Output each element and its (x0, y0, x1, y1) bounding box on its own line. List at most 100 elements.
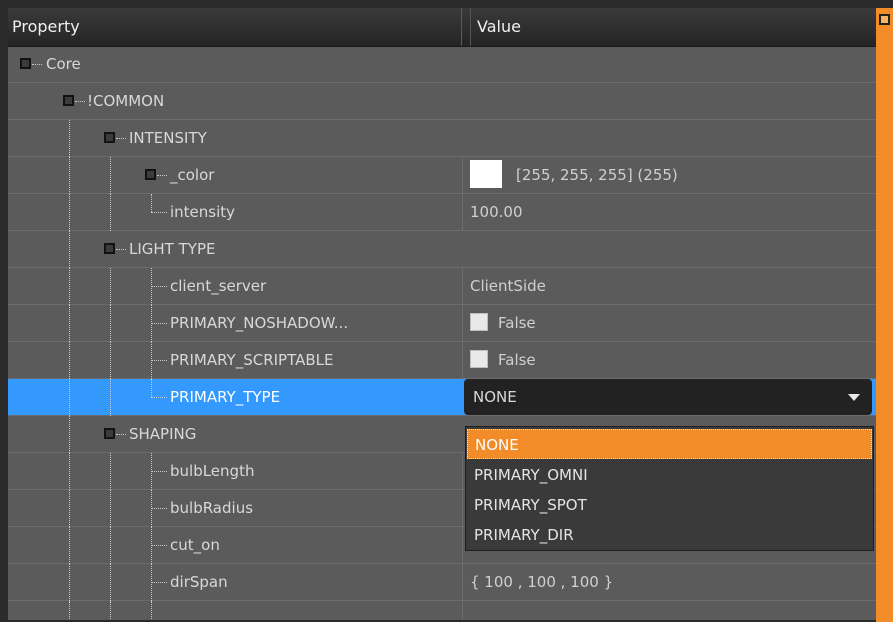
tree-connector (69, 416, 70, 453)
tree-connector (110, 342, 111, 379)
property-column-header[interactable]: Property (12, 8, 458, 46)
tree-connector (69, 564, 70, 601)
collapse-box-icon[interactable] (145, 169, 156, 180)
chevron-down-icon[interactable] (848, 394, 860, 401)
select-value: NONE (473, 388, 517, 406)
row-label: SHAPING (129, 425, 197, 443)
tree-connector (151, 545, 167, 546)
tree-connector (116, 434, 126, 435)
tree-row-intensity-group[interactable]: INTENSITY (8, 120, 876, 157)
primary-type-select[interactable]: NONE (464, 379, 872, 415)
tree-row-primary-type[interactable]: PRIMARY_TYPE NONE (8, 379, 876, 416)
tree-connector (116, 249, 126, 250)
tree-row-primary-noshadow[interactable]: PRIMARY_NOSHADOW... False (8, 305, 876, 342)
row-label: intensity (170, 203, 236, 221)
tree-connector (69, 305, 70, 342)
tree-connector (75, 101, 85, 102)
header-divider[interactable] (461, 8, 462, 46)
row-label: PRIMARY_TYPE (170, 388, 281, 406)
tree-connector (110, 490, 111, 527)
color-swatch[interactable] (470, 160, 502, 188)
noshadow-checkbox[interactable] (470, 313, 488, 331)
collapse-box-icon[interactable] (104, 428, 115, 439)
tree-connector (151, 379, 152, 397)
row-label: Core (46, 55, 81, 73)
row-label: client_server (170, 277, 267, 295)
tree-connector (151, 582, 167, 583)
row-label: _color (170, 166, 215, 184)
tree-connector (69, 490, 70, 527)
tree-connector (151, 212, 167, 213)
tree-connector (157, 175, 167, 176)
tree-row-light-type[interactable]: LIGHT TYPE (8, 231, 876, 268)
collapse-all-icon[interactable] (879, 14, 890, 25)
collapse-box-icon[interactable] (104, 132, 115, 143)
tree-connector (69, 342, 70, 379)
row-label: PRIMARY_NOSHADOW... (170, 314, 349, 332)
tree-connector (151, 397, 167, 398)
tree-row-dir-span[interactable]: dirSpan { 100 , 100 , 100 } (8, 564, 876, 601)
dropdown-option-primary-omni[interactable]: PRIMARY_OMNI (467, 460, 872, 490)
tree-connector (151, 194, 152, 212)
grid-header: Property Value (8, 8, 876, 47)
tree-connector (151, 601, 152, 620)
tree-row-partial (8, 601, 876, 620)
tree-connector (69, 120, 70, 157)
vertical-scrollbar[interactable] (876, 8, 893, 622)
noshadow-value-cell[interactable]: False (463, 305, 876, 341)
dropdown-option-primary-spot[interactable]: PRIMARY_SPOT (467, 490, 872, 520)
row-label: bulbLength (170, 462, 255, 480)
tree-row-color[interactable]: _color [255, 255, 255] (255) (8, 157, 876, 194)
collapse-box-icon[interactable] (104, 243, 115, 254)
tree-connector (69, 601, 70, 620)
checkbox-value-text: False (498, 314, 536, 332)
tree-connector (69, 527, 70, 564)
tree-connector (110, 601, 111, 620)
tree-connector (69, 194, 70, 231)
tree-row-client-server[interactable]: client_server ClientSide (8, 268, 876, 305)
tree-row-primary-scriptable[interactable]: PRIMARY_SCRIPTABLE False (8, 342, 876, 379)
tree-connector (151, 323, 167, 324)
dir-span-value-cell[interactable]: { 100 , 100 , 100 } (463, 564, 876, 600)
tree-connector (110, 527, 111, 564)
tree-connector (110, 194, 111, 231)
value-column-header[interactable]: Value (470, 8, 876, 46)
tree-connector (69, 268, 70, 305)
scriptable-checkbox[interactable] (470, 350, 488, 368)
row-label: !COMMON (87, 92, 165, 110)
tree-connector (151, 286, 167, 287)
tree-connector (110, 268, 111, 305)
row-label: PRIMARY_SCRIPTABLE (170, 351, 334, 369)
row-label: LIGHT TYPE (129, 240, 216, 258)
collapse-box-icon[interactable] (63, 95, 74, 106)
checkbox-value-text: False (498, 351, 536, 369)
tree-connector (110, 157, 111, 194)
primary-type-dropdown: NONE PRIMARY_OMNI PRIMARY_SPOT PRIMARY_D… (465, 426, 874, 551)
column-divider (462, 601, 463, 620)
row-label: bulbRadius (170, 499, 254, 517)
tree-connector (32, 64, 42, 65)
tree-connector (69, 379, 70, 416)
tree-connector (151, 471, 167, 472)
dropdown-option-none[interactable]: NONE (467, 429, 872, 459)
dropdown-option-primary-dir[interactable]: PRIMARY_DIR (467, 520, 872, 550)
color-value-text: [255, 255, 255] (255) (516, 166, 678, 184)
color-value-cell[interactable]: [255, 255, 255] (255) (463, 157, 876, 193)
tree-row-intensity[interactable]: intensity 100.00 (8, 194, 876, 231)
row-label: cut_on (170, 536, 220, 554)
client-server-value-cell[interactable]: ClientSide (463, 268, 876, 304)
tree-connector (69, 157, 70, 194)
scriptable-value-cell[interactable]: False (463, 342, 876, 378)
tree-connector (69, 231, 70, 268)
tree-row-common[interactable]: !COMMON (8, 83, 876, 120)
tree-connector (110, 453, 111, 490)
row-label: INTENSITY (129, 129, 207, 147)
tree-connector (110, 564, 111, 601)
tree-connector (110, 305, 111, 342)
tree-connector (69, 453, 70, 490)
intensity-value-cell[interactable]: 100.00 (463, 194, 876, 230)
collapse-box-icon[interactable] (20, 58, 31, 69)
tree-connector (151, 508, 167, 509)
tree-connector (116, 138, 126, 139)
tree-row-core[interactable]: Core (8, 46, 876, 83)
